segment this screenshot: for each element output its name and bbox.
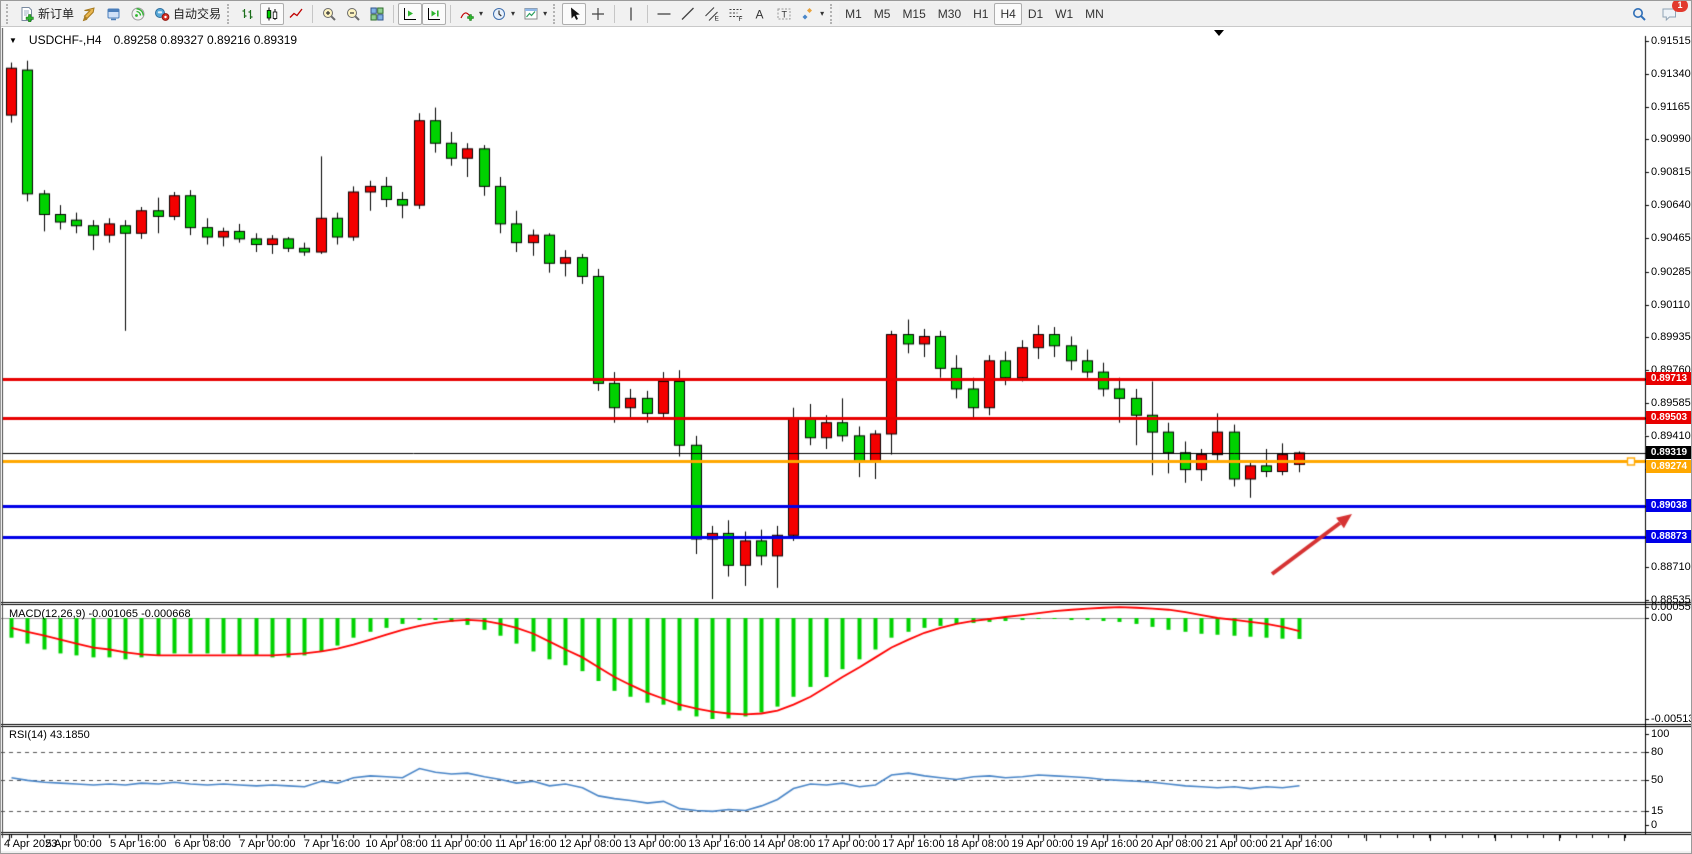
fibonacci-tool-button[interactable]: F: [724, 3, 748, 25]
templates-button[interactable]: ▾: [519, 3, 551, 25]
timeframe-button-m1[interactable]: M1: [839, 3, 868, 25]
trendline-icon: [680, 6, 696, 22]
toolbar-grip[interactable]: [6, 4, 11, 24]
text-tool-button[interactable]: A: [748, 3, 772, 25]
price-chart-canvas[interactable]: [1, 28, 1692, 854]
signals-icon: [130, 6, 146, 22]
arrows-icon: [800, 6, 816, 22]
svg-text:A: A: [756, 7, 764, 21]
indicators-icon: [459, 6, 475, 22]
line-chart-button[interactable]: [284, 3, 308, 25]
timeframe-button-mn[interactable]: MN: [1079, 3, 1110, 25]
toolbar-grip[interactable]: [553, 4, 558, 24]
macd-indicator-label: MACD(12,26,9) -0.001065 -0.000668: [9, 608, 191, 620]
chart-shift-button[interactable]: [422, 3, 446, 25]
text-label-icon: T: [776, 6, 792, 22]
toolbar-separator: [312, 5, 313, 23]
dropdown-caret-icon: ▾: [543, 9, 547, 18]
timeframe-button-m30[interactable]: M30: [932, 3, 967, 25]
crosshair-button[interactable]: [586, 3, 610, 25]
toolbar-separator: [647, 5, 648, 23]
terminal-button[interactable]: [102, 3, 126, 25]
text-label-tool-button[interactable]: T: [772, 3, 796, 25]
templates-icon: [523, 6, 539, 22]
signals-button[interactable]: [126, 3, 150, 25]
terminal-icon: [106, 6, 122, 22]
timeframe-button-m5[interactable]: M5: [868, 3, 897, 25]
timeframe-button-h1[interactable]: H1: [967, 3, 994, 25]
tile-windows-button[interactable]: [365, 3, 389, 25]
horizontal-line-icon: [656, 6, 672, 22]
ohlc-values: 0.89258 0.89327 0.89216 0.89319: [114, 33, 298, 47]
chart-window: ▼ USDCHF-,H4 0.89258 0.89327 0.89216 0.8…: [1, 28, 1692, 854]
svg-text:T: T: [782, 9, 788, 19]
bar-chart-icon: [240, 6, 256, 22]
chat-button[interactable]: 1: [1657, 3, 1682, 25]
tile-windows-icon: [369, 6, 385, 22]
zoom-in-icon: [321, 6, 337, 22]
search-button[interactable]: [1627, 3, 1651, 25]
chart-shift-icon: [426, 6, 442, 22]
svg-text:E: E: [715, 15, 720, 22]
main-toolbar: 新订单: [1, 1, 1691, 27]
toolbar-grip[interactable]: [830, 4, 835, 24]
timeframe-button-w1[interactable]: W1: [1049, 3, 1079, 25]
metaeditor-icon: [82, 6, 98, 22]
chart-menu-arrow-icon[interactable]: ▼: [9, 36, 17, 45]
new-order-button[interactable]: 新订单: [15, 3, 78, 25]
dropdown-caret-icon: ▾: [511, 9, 515, 18]
toolbar-separator: [393, 5, 394, 23]
new-order-icon: [19, 6, 35, 22]
vertical-line-tool-button[interactable]: [619, 3, 643, 25]
auto-scroll-button[interactable]: [398, 3, 422, 25]
panel-collapse-arrow-icon[interactable]: [1214, 30, 1224, 36]
cursor-button[interactable]: [562, 3, 586, 25]
candlestick-chart-button[interactable]: [260, 3, 284, 25]
fibonacci-icon: F: [728, 6, 744, 22]
symbol-period-label: USDCHF-,H4: [29, 33, 102, 47]
line-chart-icon: [288, 6, 304, 22]
autotrading-label: 自动交易: [173, 5, 221, 22]
new-order-label: 新订单: [38, 5, 74, 22]
toolbar-right-group: 1: [1627, 3, 1688, 25]
arrows-tool-button[interactable]: ▾: [796, 3, 828, 25]
trendline-tool-button[interactable]: [676, 3, 700, 25]
metatrader-window: 新订单: [0, 0, 1692, 854]
chart-title: ▼ USDCHF-,H4 0.89258 0.89327 0.89216 0.8…: [9, 33, 297, 47]
autotrading-icon: [154, 6, 170, 22]
toolbar-separator: [450, 5, 451, 23]
zoom-in-button[interactable]: [317, 3, 341, 25]
periods-button[interactable]: ▾: [487, 3, 519, 25]
vertical-line-icon: [623, 6, 639, 22]
metaeditor-button[interactable]: [78, 3, 102, 25]
equidistant-channel-tool-button[interactable]: E: [700, 3, 724, 25]
candlestick-chart-icon: [264, 6, 280, 22]
toolbar-separator: [614, 5, 615, 23]
timeframe-group: M1M5M15M30H1H4D1W1MN: [839, 3, 1110, 25]
dropdown-caret-icon: ▾: [820, 9, 824, 18]
svg-text:F: F: [739, 16, 743, 22]
auto-scroll-icon: [402, 6, 418, 22]
indicators-button[interactable]: ▾: [455, 3, 487, 25]
cursor-arrow-icon: [566, 6, 582, 22]
zoom-out-button[interactable]: [341, 3, 365, 25]
crosshair-icon: [590, 6, 606, 22]
notification-badge: 1: [1672, 0, 1688, 12]
search-icon: [1631, 6, 1647, 22]
timeframe-button-m15[interactable]: M15: [896, 3, 931, 25]
toolbar-grip[interactable]: [227, 4, 232, 24]
channel-icon: E: [704, 6, 720, 22]
dropdown-caret-icon: ▾: [479, 9, 483, 18]
text-icon: A: [752, 6, 768, 22]
timeframe-button-d1[interactable]: D1: [1022, 3, 1049, 25]
rsi-indicator-label: RSI(14) 43.1850: [9, 729, 90, 741]
clock-icon: [491, 6, 507, 22]
zoom-out-icon: [345, 6, 361, 22]
horizontal-line-tool-button[interactable]: [652, 3, 676, 25]
bar-chart-button[interactable]: [236, 3, 260, 25]
autotrading-button[interactable]: 自动交易: [150, 3, 225, 25]
timeframe-button-h4[interactable]: H4: [994, 3, 1021, 25]
